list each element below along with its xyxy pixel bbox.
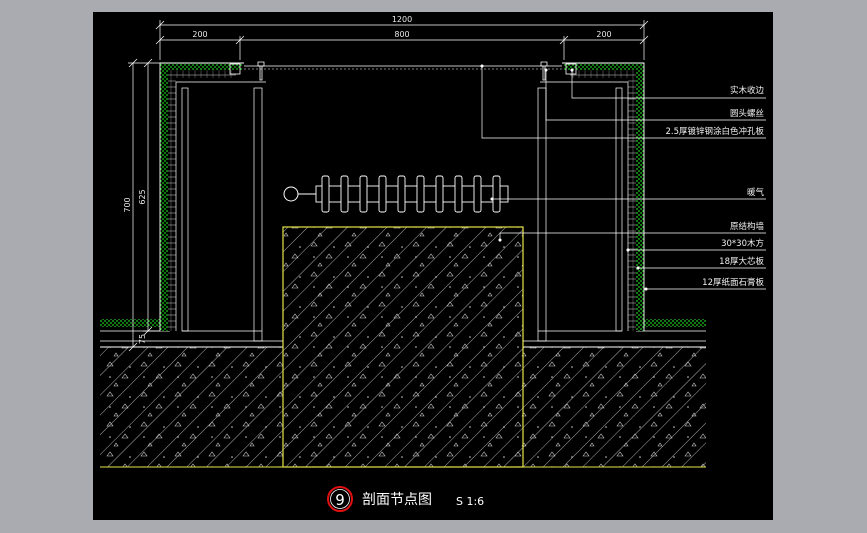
dim-right-segment: 200	[596, 30, 611, 39]
section-detail-drawing: 1200 200 800 200 700 625 75 实木收边 圆头螺丝 2.…	[100, 15, 766, 512]
dim-total-width: 1200	[392, 15, 412, 24]
dim-left-segment: 200	[192, 30, 207, 39]
callout-solid-wood-trim: 实木收边	[730, 85, 765, 96]
callout-gypsum-board: 12厚纸面石膏板	[702, 277, 764, 288]
radiator	[283, 175, 509, 213]
callout-labels: 实木收边 圆头螺丝 2.5厚镀锌钢涂白色冲孔板 暖气 原结构墙 30*30木方 …	[665, 85, 764, 288]
callout-round-head-screw: 圆头螺丝	[730, 108, 765, 119]
callout-wood-batten: 30*30木方	[721, 238, 764, 249]
dim-middle-segment: 800	[394, 30, 409, 39]
title-number: 9	[335, 491, 345, 509]
callout-core-board: 18厚大芯板	[719, 256, 764, 267]
title-name: 剖面节点图	[362, 492, 432, 508]
title-scale: S 1:6	[456, 495, 484, 508]
structural-wall	[282, 226, 524, 468]
dim-base-height: 75	[138, 334, 147, 344]
dim-overall-height: 700	[123, 197, 132, 212]
callout-original-wall: 原结构墙	[730, 221, 765, 232]
dim-inner-height: 625	[138, 189, 147, 204]
callout-radiator: 暖气	[747, 187, 765, 198]
callout-perforated-panel: 2.5厚镀锌钢涂白色冲孔板	[665, 126, 764, 137]
drawing-title: 9 剖面节点图 S 1:6	[327, 486, 484, 512]
